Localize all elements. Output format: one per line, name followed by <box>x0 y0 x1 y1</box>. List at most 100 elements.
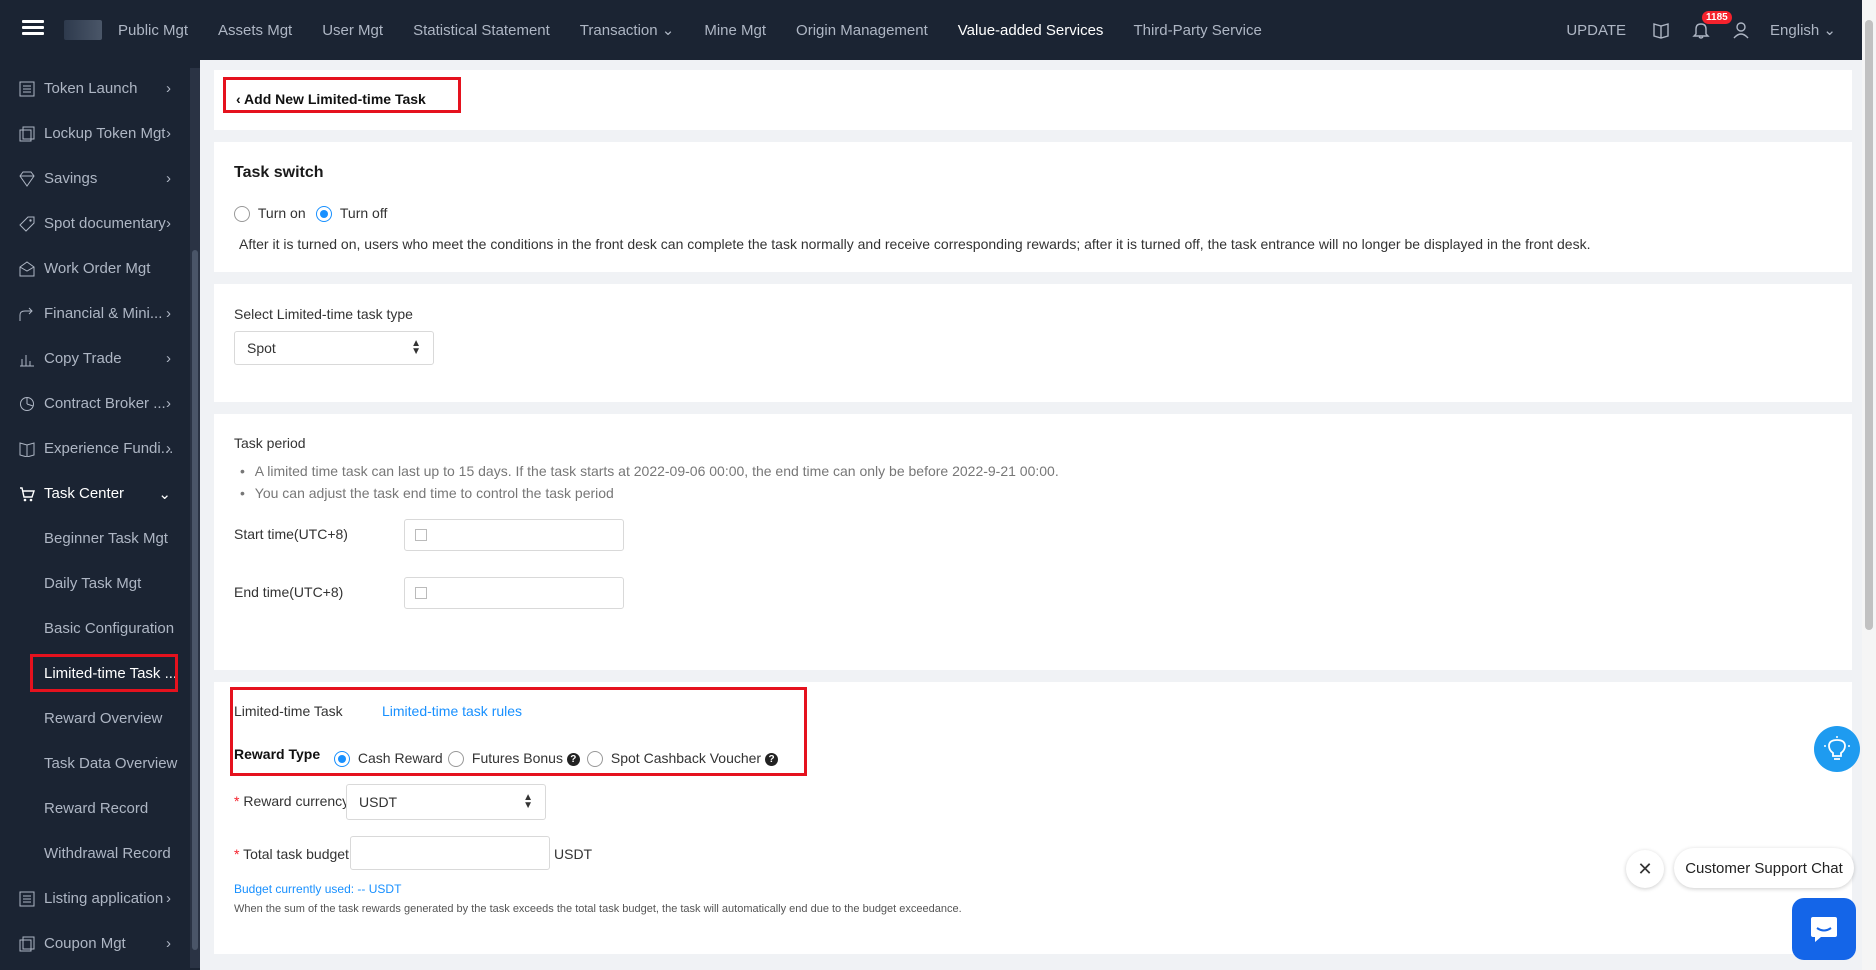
task-type-card <box>214 284 1852 402</box>
sidebar-item-label: Task Center <box>44 485 125 502</box>
chevron-left-icon: ‹ <box>236 91 241 107</box>
start-time-label: Start time(UTC+8) <box>234 526 348 542</box>
radio-cash-reward[interactable]: Cash Reward <box>334 750 443 768</box>
sidebar-item-label: Lockup Token Mgt <box>44 125 166 142</box>
sidebar-item-contract-broker[interactable]: Contract Broker ... › <box>0 381 185 426</box>
calendar-icon <box>415 587 427 599</box>
sidebar-item-coupon-mgt[interactable]: Coupon Mgt › <box>0 921 185 966</box>
sidebar-subitem-beginner-task[interactable]: Beginner Task Mgt <box>0 516 185 561</box>
radio-circle <box>234 206 250 223</box>
bell-icon[interactable]: 1185 <box>1690 11 1732 41</box>
task-type-select[interactable]: Spot ▲ ▼ <box>234 331 434 365</box>
radio-circle <box>587 751 603 768</box>
notification-badge: 1185 <box>1702 11 1732 24</box>
sidebar-item-savings[interactable]: Savings › <box>0 156 185 201</box>
sidebar-scroll-thumb[interactable] <box>192 250 198 950</box>
grid-icon <box>18 890 36 908</box>
required-mark: * <box>234 793 240 809</box>
end-time-input[interactable] <box>404 577 624 609</box>
nav-mine-mgt[interactable]: Mine Mgt <box>704 22 766 39</box>
task-type-label: Select Limited-time task type <box>234 306 413 322</box>
sidebar-item-work-order-mgt[interactable]: Work Order Mgt <box>0 246 185 291</box>
book-icon[interactable] <box>1650 19 1672 41</box>
diamond-icon <box>18 170 36 188</box>
chevron-right-icon: › <box>166 395 171 412</box>
nav-third-party-service[interactable]: Third-Party Service <box>1133 22 1261 39</box>
highlight-box <box>30 654 178 692</box>
chevron-right-icon: › <box>166 215 171 232</box>
nav-transaction-label: Transaction <box>579 22 658 39</box>
support-chat-bubble[interactable]: Customer Support Chat <box>1674 848 1854 888</box>
sidebar-item-token-launch[interactable]: Token Launch › <box>0 66 185 111</box>
sidebar-item-label: Work Order Mgt <box>44 260 151 277</box>
language-select[interactable]: English ⌄ <box>1770 21 1836 39</box>
help-icon[interactable]: ? <box>566 752 580 766</box>
sidebar-item-listing-application[interactable]: Listing application › <box>0 876 185 921</box>
sidebar-item-task-center[interactable]: Task Center ⌄ <box>0 471 185 516</box>
sidebar-item-label: Token Launch <box>44 80 138 97</box>
help-icon[interactable]: ? <box>765 752 778 766</box>
sidebar-item-copy-trade[interactable]: Copy Trade › <box>0 336 185 381</box>
sidebar-item-label: Financial & Mini... <box>44 305 163 322</box>
nav-origin-management[interactable]: Origin Management <box>796 22 928 39</box>
inbox-icon <box>18 260 36 278</box>
nav-user-mgt[interactable]: User Mgt <box>322 22 383 39</box>
radio-label: Futures Bonus <box>471 750 563 766</box>
task-rules-link[interactable]: Limited-time task rules <box>382 703 522 719</box>
language-label: English <box>1770 22 1820 39</box>
nav-assets-mgt[interactable]: Assets Mgt <box>218 22 292 39</box>
sidebar-subitem-daily-task[interactable]: Daily Task Mgt <box>0 561 185 606</box>
reward-currency-select[interactable]: USDT ▲ ▼ <box>346 784 546 820</box>
start-time-input[interactable] <box>404 519 624 551</box>
sidebar-subitem-limited-time-task[interactable]: Limited-time Task ... <box>0 651 185 696</box>
update-button[interactable]: UPDATE <box>1566 22 1626 39</box>
chevron-right-icon: › <box>166 350 171 367</box>
sidebar-subitem-withdrawal-record[interactable]: Withdrawal Record <box>0 831 185 876</box>
sidebar-item-financial[interactable]: Financial & Mini... › <box>0 291 185 336</box>
sidebar-item-experience-fund[interactable]: Experience Fundi... › <box>0 426 185 471</box>
sidebar-item-label: Contract Broker ... <box>44 395 166 412</box>
lightbulb-icon[interactable] <box>1814 726 1860 772</box>
menu-toggle-icon[interactable] <box>22 20 44 40</box>
note-text: You can adjust the task end time to cont… <box>254 485 614 501</box>
label-text: Reward currency <box>243 793 350 809</box>
sort-arrows-icon: ▲ ▼ <box>411 338 421 357</box>
top-navbar: Public Mgt Assets Mgt User Mgt Statistic… <box>0 0 1876 60</box>
book-icon <box>18 440 36 458</box>
sidebar-item-label: Listing application <box>44 890 164 907</box>
page-scroll-thumb[interactable] <box>1865 20 1873 630</box>
sidebar-subitem-basic-configuration[interactable]: Basic Configuration <box>0 606 185 651</box>
task-switch-title: Task switch <box>234 164 324 181</box>
total-budget-input[interactable] <box>350 836 550 870</box>
chevron-right-icon: › <box>166 125 171 142</box>
sidebar-subitem-task-data-overview[interactable]: Task Data Overview <box>0 741 185 786</box>
back-button[interactable]: ‹ Add New Limited-time Task <box>236 91 426 107</box>
radio-circle <box>316 206 332 223</box>
chat-icon[interactable] <box>1792 898 1856 960</box>
task-period-note-2: • You can adjust the task end time to co… <box>240 485 614 501</box>
chevron-right-icon: › <box>166 170 171 187</box>
logo <box>64 20 102 40</box>
nav-value-added-services[interactable]: Value-added Services <box>958 22 1104 39</box>
task-period-title: Task period <box>234 435 306 451</box>
chevron-down-icon: ⌄ <box>158 485 171 503</box>
total-budget-label: * Total task budget <box>234 846 349 862</box>
required-mark: * <box>234 846 240 862</box>
nav-transaction[interactable]: Transaction ⌄ <box>580 21 675 39</box>
radio-turn-off[interactable]: Turn off <box>316 205 388 223</box>
close-icon[interactable]: ✕ <box>1626 850 1664 888</box>
chevron-down-icon: ⌄ <box>1823 22 1836 39</box>
sidebar-item-lockup-token-mgt[interactable]: Lockup Token Mgt › <box>0 111 185 156</box>
radio-futures-bonus[interactable]: Futures Bonus ? <box>448 750 580 768</box>
chevron-right-icon: › <box>166 890 171 907</box>
radio-turn-on[interactable]: Turn on <box>234 205 306 223</box>
nav-public-mgt[interactable]: Public Mgt <box>118 22 188 39</box>
task-switch-description: After it is turned on, users who meet th… <box>239 236 1591 252</box>
sidebar-subitem-reward-record[interactable]: Reward Record <box>0 786 185 831</box>
nav-statistical-statement[interactable]: Statistical Statement <box>413 22 550 39</box>
radio-label: Turn off <box>339 205 388 221</box>
sidebar-subitem-reward-overview[interactable]: Reward Overview <box>0 696 185 741</box>
sidebar-item-spot-documentary[interactable]: Spot documentary › <box>0 201 185 246</box>
radio-spot-cashback-voucher[interactable]: Spot Cashback Voucher ? <box>587 750 778 768</box>
user-icon[interactable] <box>1730 19 1752 41</box>
